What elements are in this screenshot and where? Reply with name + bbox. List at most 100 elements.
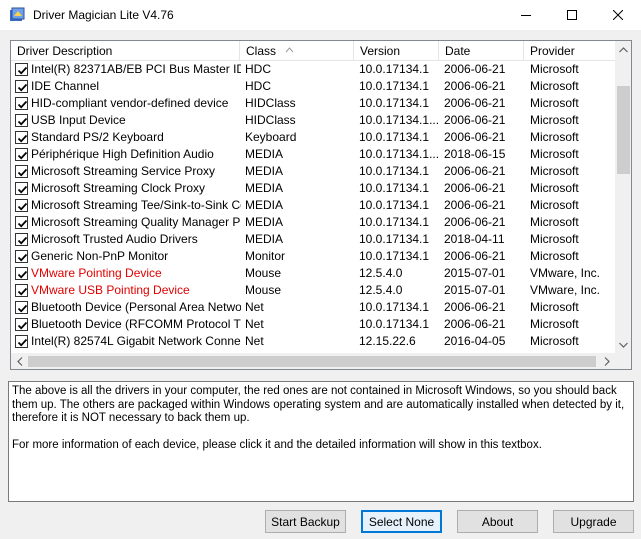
cell-class: HDC: [245, 79, 271, 93]
cell-class: Mouse: [245, 283, 282, 297]
cell-date: 2006-06-21: [444, 113, 506, 127]
column-header-date[interactable]: Date: [439, 41, 524, 61]
scroll-left-icon[interactable]: [11, 353, 28, 369]
column-header-class[interactable]: Class: [240, 41, 354, 61]
cell-provider: Microsoft: [530, 62, 579, 76]
cell-description: Bluetooth Device (RFCOMM Protocol TDI): [31, 317, 241, 331]
row-checkbox[interactable]: [15, 114, 28, 127]
cell-version: 10.0.17134.1: [359, 317, 430, 331]
table-row[interactable]: Microsoft Streaming Quality Manager Prox…: [11, 214, 615, 231]
row-checkbox[interactable]: [15, 250, 28, 263]
cell-version: 10.0.17134.1...: [359, 147, 440, 161]
row-checkbox[interactable]: [15, 233, 28, 246]
table-row[interactable]: VMware Pointing Device Mouse 12.5.4.0 2015-…: [11, 265, 615, 282]
vertical-scrollbar[interactable]: [615, 41, 631, 353]
cell-date: 2006-06-21: [444, 249, 506, 263]
select-none-button[interactable]: Select None: [361, 510, 442, 533]
row-checkbox[interactable]: [15, 63, 28, 76]
table-row[interactable]: Microsoft Streaming Tee/Sink-to-Sink Co.…: [11, 197, 615, 214]
row-checkbox[interactable]: [15, 148, 28, 161]
check-icon: [17, 151, 28, 160]
row-checkbox[interactable]: [15, 284, 28, 297]
table-row[interactable]: Bluetooth Device (RFCOMM Protocol TDI) Ne…: [11, 316, 615, 333]
column-header-provider[interactable]: Provider: [524, 41, 615, 61]
driver-list[interactable]: Driver Description Class Version Date Pr…: [10, 40, 632, 370]
cell-description: Microsoft Trusted Audio Drivers: [31, 232, 198, 246]
maximize-button[interactable]: [549, 0, 595, 30]
check-icon: [17, 321, 28, 330]
row-checkbox[interactable]: [15, 97, 28, 110]
cell-description: Microsoft Streaming Service Proxy: [31, 164, 216, 178]
column-header-version[interactable]: Version: [354, 41, 439, 61]
table-row[interactable]: Intel(R) 82371AB/EB PCI Bus Master IDE..…: [11, 61, 615, 78]
cell-description: Microsoft Streaming Quality Manager Prox…: [31, 215, 241, 229]
row-checkbox[interactable]: [15, 301, 28, 314]
cell-provider: VMware, Inc.: [530, 283, 601, 297]
cell-description: HID-compliant vendor-defined device: [31, 96, 229, 110]
upgrade-button[interactable]: Upgrade: [553, 510, 634, 533]
cell-provider: Microsoft: [530, 215, 579, 229]
cell-description: Standard PS/2 Keyboard: [31, 130, 164, 144]
horizontal-scrollbar[interactable]: [11, 353, 615, 369]
table-row[interactable]: Microsoft Trusted Audio Drivers MEDIA 10.0…: [11, 231, 615, 248]
table-row[interactable]: Microsoft Streaming Clock Proxy MEDIA 10.0…: [11, 180, 615, 197]
info-textbox[interactable]: The above is all the drivers in your com…: [8, 381, 634, 502]
table-row[interactable]: Intel(R) 82574L Gigabit Network Connecti…: [11, 333, 615, 350]
table-row[interactable]: IDE Channel HDC 10.0.17134.1 2006-06-21 Micr…: [11, 78, 615, 95]
cell-class: HDC: [245, 62, 271, 76]
row-checkbox[interactable]: [15, 182, 28, 195]
cell-provider: Microsoft: [530, 113, 579, 127]
info-text-line1: The above is all the drivers in your com…: [12, 385, 625, 424]
minimize-button[interactable]: [503, 0, 549, 30]
row-checkbox[interactable]: [15, 267, 28, 280]
cell-date: 2006-06-21: [444, 130, 506, 144]
cell-description: Intel(R) 82371AB/EB PCI Bus Master IDE..…: [31, 62, 241, 76]
check-icon: [17, 117, 28, 126]
about-button[interactable]: About: [457, 510, 538, 533]
cell-provider: Microsoft: [530, 130, 579, 144]
check-icon: [17, 304, 28, 313]
start-backup-button[interactable]: Start Backup: [265, 510, 346, 533]
cell-date: 2006-06-21: [444, 300, 506, 314]
cell-provider: Microsoft: [530, 334, 579, 348]
check-icon: [17, 338, 28, 347]
table-row[interactable]: HID-compliant vendor-defined device HIDCl…: [11, 95, 615, 112]
row-checkbox[interactable]: [15, 216, 28, 229]
table-row[interactable]: Bluetooth Device (Personal Area Network)…: [11, 299, 615, 316]
sort-ascending-icon: [285, 41, 294, 61]
table-row[interactable]: Microsoft Streaming Service Proxy MEDIA 10…: [11, 163, 615, 180]
cell-date: 2006-06-21: [444, 181, 506, 195]
cell-class: Net: [245, 300, 264, 314]
cell-class: MEDIA: [245, 164, 284, 178]
cell-version: 10.0.17134.1: [359, 249, 430, 263]
cell-class: Net: [245, 317, 264, 331]
title-bar: Driver Magician Lite V4.76: [0, 0, 641, 30]
row-checkbox[interactable]: [15, 80, 28, 93]
scroll-right-icon[interactable]: [598, 353, 615, 369]
cell-date: 2006-06-21: [444, 215, 506, 229]
cell-date: 2006-06-21: [444, 96, 506, 110]
table-row[interactable]: Standard PS/2 Keyboard Keyboard 10.0.17134…: [11, 129, 615, 146]
column-header-description[interactable]: Driver Description: [11, 41, 240, 61]
row-checkbox[interactable]: [15, 131, 28, 144]
row-checkbox[interactable]: [15, 165, 28, 178]
close-icon: [613, 10, 623, 20]
table-row[interactable]: Generic Non-PnP Monitor Monitor 10.0.17134…: [11, 248, 615, 265]
row-checkbox[interactable]: [15, 199, 28, 212]
close-button[interactable]: [595, 0, 641, 30]
row-checkbox[interactable]: [15, 335, 28, 348]
row-checkbox[interactable]: [15, 318, 28, 331]
table-row[interactable]: VMware USB Pointing Device Mouse 12.5.4.0 2…: [11, 282, 615, 299]
scroll-down-icon[interactable]: [615, 336, 631, 353]
horizontal-scroll-thumb[interactable]: [28, 356, 596, 367]
scroll-up-icon[interactable]: [615, 41, 631, 58]
table-row[interactable]: USB Input Device HIDClass 10.0.17134.1... 2…: [11, 112, 615, 129]
list-rows: Intel(R) 82371AB/EB PCI Bus Master IDE..…: [11, 61, 615, 355]
cell-version: 10.0.17134.1: [359, 130, 430, 144]
cell-class: HIDClass: [245, 113, 296, 127]
cell-date: 2015-07-01: [444, 283, 506, 297]
cell-version: 10.0.17134.1: [359, 164, 430, 178]
vertical-scroll-thumb[interactable]: [617, 86, 630, 174]
cell-version: 10.0.17134.1: [359, 62, 430, 76]
table-row[interactable]: Périphérique High Definition Audio MEDIA 1…: [11, 146, 615, 163]
